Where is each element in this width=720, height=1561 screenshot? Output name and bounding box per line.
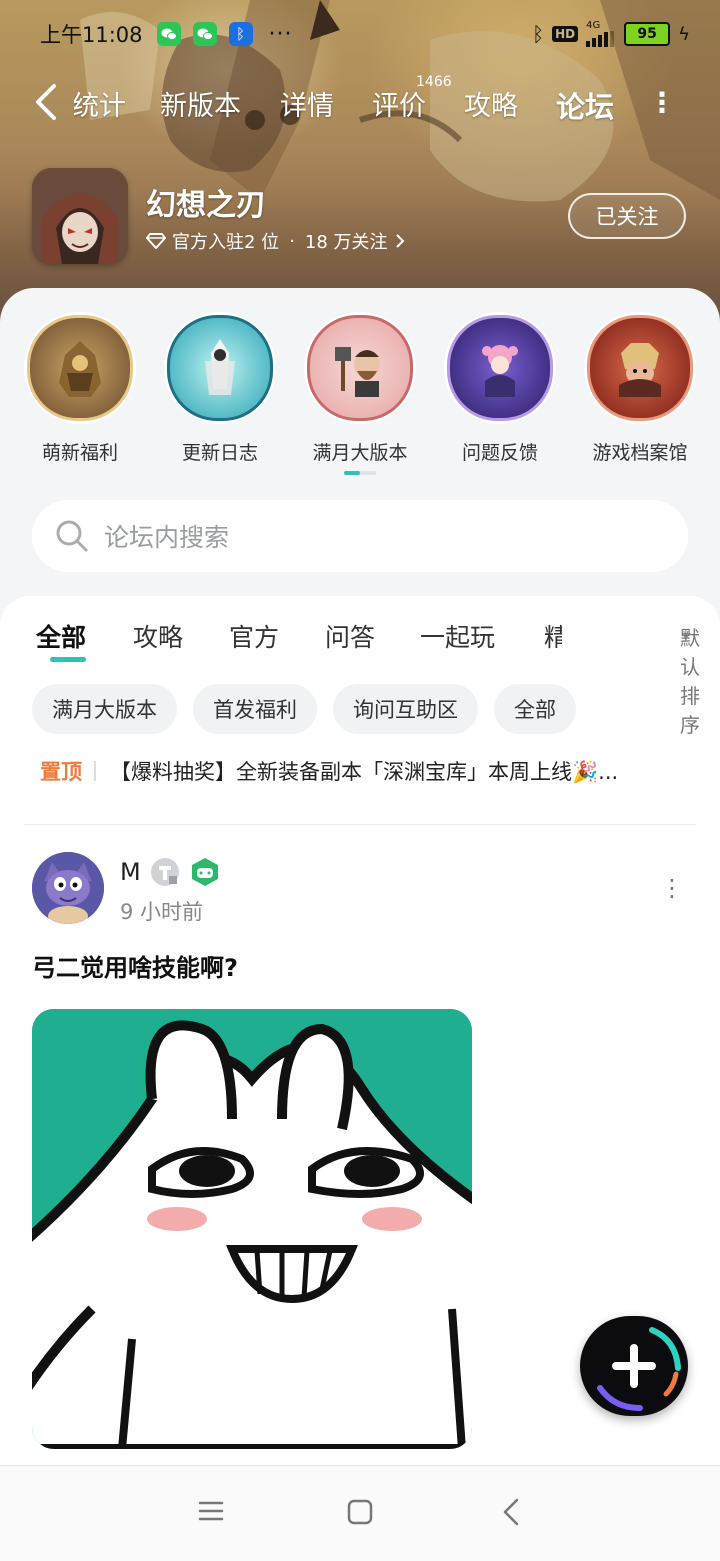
- search-input[interactable]: 论坛内搜索: [104, 518, 229, 554]
- signal-icon: 4G: [586, 21, 616, 47]
- bluetooth-icon: ᛒ: [228, 22, 253, 46]
- section-full-moon-version-icon: [307, 315, 413, 421]
- section-label: 萌新福利: [41, 442, 118, 464]
- filter-chips: 满月大版本 首发福利 询问互助区 全部: [32, 684, 576, 734]
- pinned-divider: [94, 761, 96, 781]
- forum-search-bar[interactable]: 论坛内搜索: [32, 500, 688, 572]
- sections-page-indicator: [344, 471, 376, 475]
- create-post-button[interactable]: [580, 1316, 688, 1416]
- battery-icon: 95: [624, 22, 671, 46]
- feed-tab-guides[interactable]: 攻略: [133, 618, 183, 654]
- pinned-tag: 置顶: [40, 760, 82, 784]
- section-update-log[interactable]: 更新日志: [164, 312, 276, 465]
- section-label: 问题反馈: [461, 442, 538, 464]
- back-icon[interactable]: [502, 1498, 520, 1526]
- feed-tab-play-together[interactable]: 一起玩: [420, 618, 495, 654]
- meta-dot: ·: [289, 230, 295, 252]
- tab-forum[interactable]: 论坛: [551, 84, 619, 126]
- plus-icon: [597, 1327, 681, 1411]
- reviews-count-badge: 1466: [416, 74, 452, 90]
- bluetooth-status-icon: ᛒ: [532, 22, 545, 46]
- section-newbie-welfare[interactable]: 萌新福利: [24, 312, 136, 465]
- chip-launch-welfare[interactable]: 首发福利: [193, 684, 317, 734]
- section-label: 游戏档案馆: [592, 442, 688, 464]
- section-full-moon-version[interactable]: 满月大版本: [304, 312, 416, 465]
- tab-new-version[interactable]: 新版本: [160, 84, 241, 123]
- status-right: ᛒ HD 4G 95 ϟ: [532, 21, 690, 47]
- section-feedback-icon: [447, 315, 553, 421]
- diamond-icon: [146, 233, 166, 249]
- official-count: 官方入驻2 位: [172, 232, 280, 253]
- divider: [24, 824, 696, 825]
- back-arrow-icon[interactable]: [32, 82, 62, 122]
- post-title[interactable]: 弓二觉用啥技能啊?: [32, 948, 238, 983]
- feed-tab-official[interactable]: 官方: [229, 618, 279, 654]
- chevron-right-icon: [395, 234, 404, 248]
- user-level-badge-icon: [150, 858, 179, 886]
- more-notifications-icon: ···: [268, 21, 293, 47]
- post-more-icon[interactable]: ⋮: [660, 874, 684, 902]
- post-author[interactable]: M: [120, 856, 221, 888]
- chip-full-moon-version[interactable]: 满月大版本: [32, 684, 177, 734]
- sort-label: 默认排序: [680, 626, 700, 737]
- section-update-log-icon: [167, 315, 273, 421]
- section-game-archive-icon: [587, 315, 693, 421]
- charging-icon: ϟ: [678, 23, 690, 45]
- pinned-title: 【爆料抽奖】全新装备副本「深渊宝库」本周上线🎉...: [110, 760, 619, 784]
- status-time: 上午11:08: [40, 23, 143, 47]
- top-tab-bar: 统计 新版本 详情 评价 1466 攻略 论坛 ⋮: [0, 74, 720, 128]
- chip-help-area[interactable]: 询问互助区: [333, 684, 478, 734]
- menu-icon[interactable]: [198, 1500, 224, 1522]
- section-label: 更新日志: [181, 442, 258, 464]
- feed-tab-featured[interactable]: 精: [544, 618, 562, 654]
- author-name: M: [120, 858, 141, 886]
- feed-tab-all[interactable]: 全部: [36, 618, 87, 662]
- chip-all[interactable]: 全部: [494, 684, 576, 734]
- section-label: 满月大版本: [312, 442, 408, 464]
- forum-sections: 萌新福利 更新日志 满月大版本 问题反馈 游戏档案馆 论坛内搜索: [0, 288, 720, 608]
- more-options-icon[interactable]: ⋮: [648, 86, 676, 119]
- wechat-icon: [156, 22, 181, 46]
- section-game-archive[interactable]: 游戏档案馆: [584, 312, 696, 465]
- post-time: 9 小时前: [120, 900, 204, 924]
- pinned-post[interactable]: 置顶 【爆料抽奖】全新装备副本「深渊宝库」本周上线🎉...: [40, 756, 680, 786]
- tab-guides[interactable]: 攻略: [464, 84, 518, 123]
- status-bar: 上午11:08 ᛒ ··· ᛒ HD 4G 95 ϟ: [40, 16, 690, 52]
- search-icon: [56, 520, 88, 552]
- follower-count: 18 万关注: [304, 232, 388, 253]
- follow-button[interactable]: 已关注: [568, 193, 686, 239]
- game-title: 幻想之刃: [146, 188, 266, 223]
- feed-tab-qa[interactable]: 问答: [325, 618, 375, 654]
- sort-dropdown[interactable]: 默认排序: [680, 622, 700, 737]
- hd-icon: HD: [552, 26, 579, 42]
- game-meta[interactable]: 官方入驻2 位 · 18 万关注: [146, 228, 406, 254]
- gamepad-badge-icon: [191, 858, 218, 886]
- section-feedback[interactable]: 问题反馈: [444, 312, 556, 465]
- feed-tab-bar: 全部 攻略 官方 问答 一起玩 精 默认排序: [36, 618, 700, 737]
- home-icon[interactable]: [347, 1499, 373, 1525]
- tab-stats[interactable]: 统计: [74, 84, 126, 123]
- section-newbie-welfare-icon: [27, 315, 133, 421]
- tab-details[interactable]: 详情: [280, 84, 334, 123]
- system-nav-bar: [0, 1465, 720, 1561]
- avatar[interactable]: [32, 852, 104, 924]
- game-icon[interactable]: [32, 168, 128, 264]
- post-image[interactable]: [32, 1009, 472, 1449]
- wechat-icon: [192, 22, 217, 46]
